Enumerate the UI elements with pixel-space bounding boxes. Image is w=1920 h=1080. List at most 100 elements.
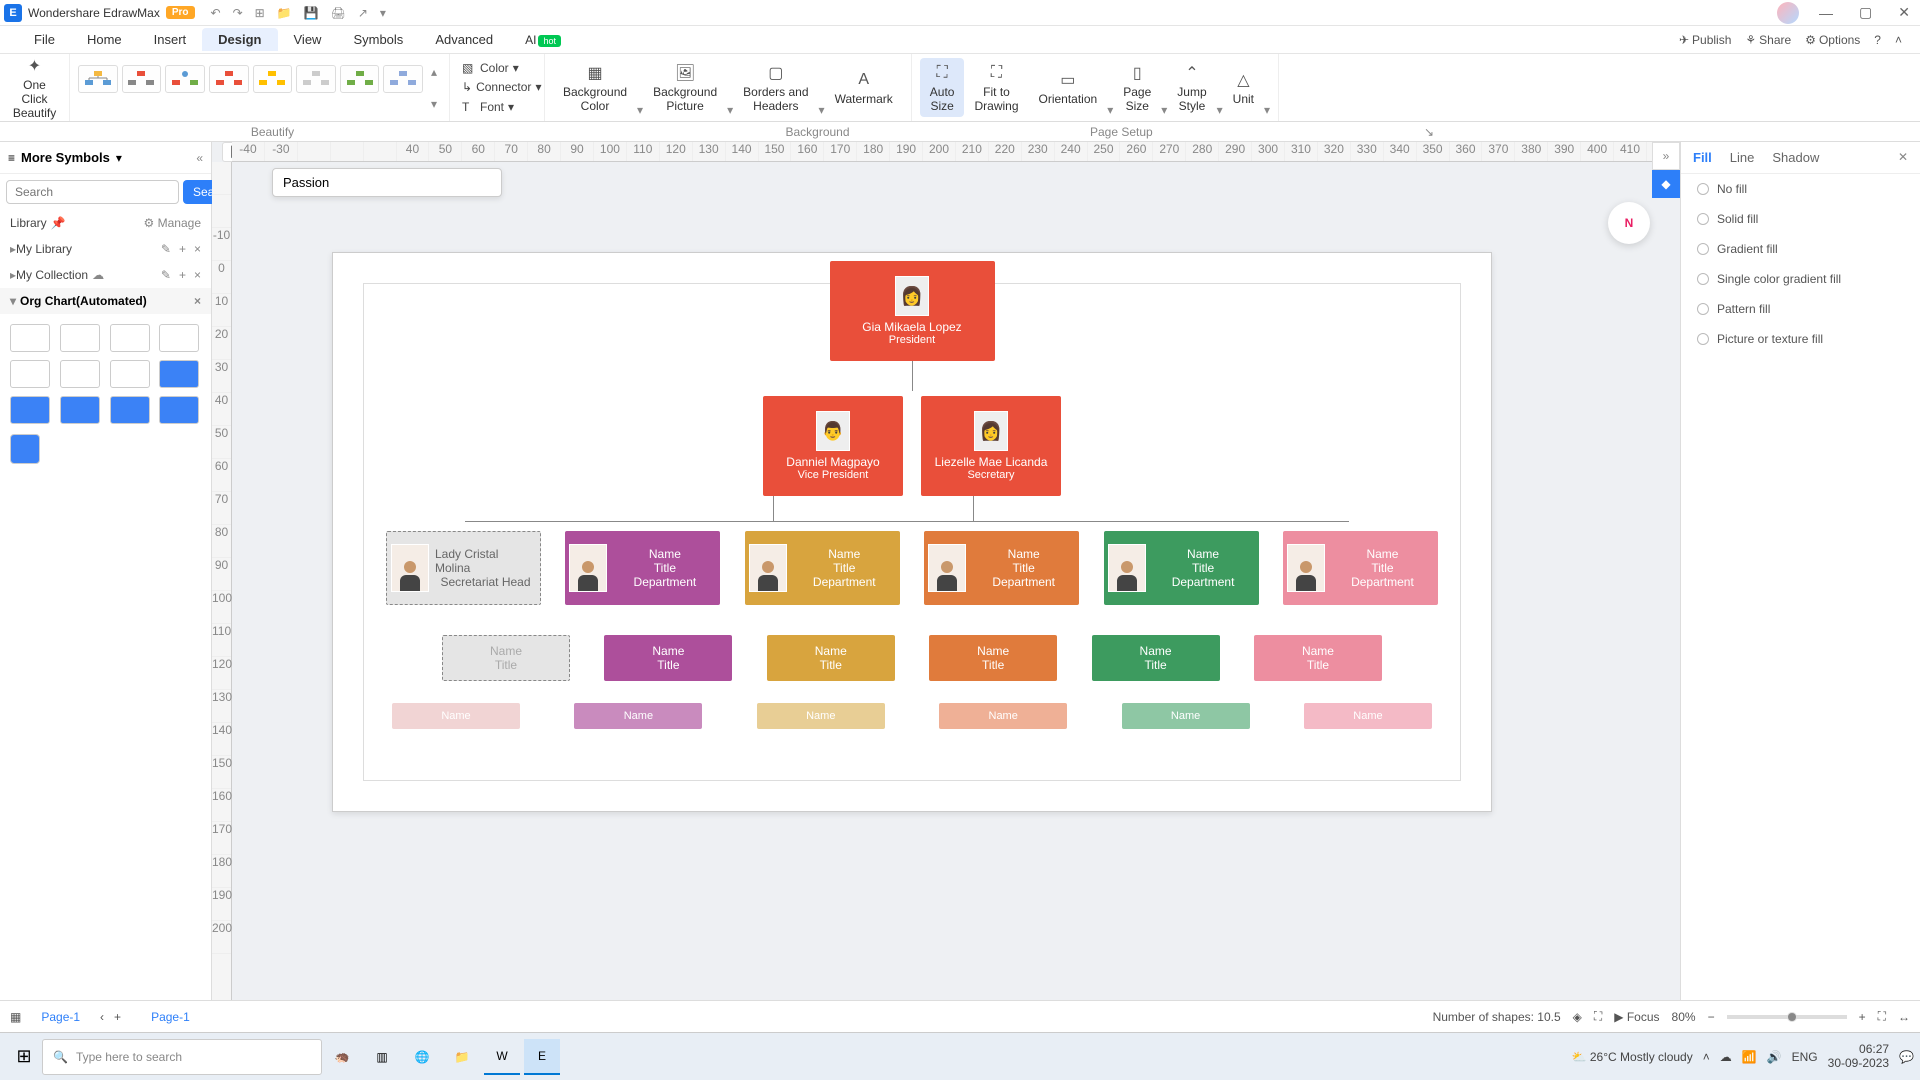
start-button[interactable]: ⊞ — [6, 1039, 42, 1075]
menu-home[interactable]: Home — [71, 28, 138, 51]
theme-thumb[interactable] — [253, 65, 293, 93]
options-link[interactable]: ⚙ Options — [1805, 33, 1860, 47]
menu-advanced[interactable]: Advanced — [419, 28, 509, 51]
close-icon[interactable]: × — [194, 242, 201, 256]
fill-option[interactable]: Gradient fill — [1681, 234, 1920, 264]
shape-thumb[interactable] — [159, 360, 199, 388]
bg-picture-button[interactable]: 🖼Background Picture — [643, 58, 727, 117]
manage-link[interactable]: ⚙ Manage — [144, 216, 201, 230]
layers-icon[interactable]: ◈ — [1573, 1010, 1582, 1024]
shape-thumb[interactable] — [159, 396, 199, 424]
org-sub-card[interactable]: NameTitle — [929, 635, 1057, 681]
share-link[interactable]: ⚘ Share — [1745, 33, 1791, 47]
org-sub-card[interactable]: NameTitle — [442, 635, 570, 681]
notifications-icon[interactable]: 💬 — [1899, 1050, 1914, 1064]
org-card-secretary[interactable]: 👩 Liezelle Mae Licanda Secretary — [921, 396, 1061, 496]
weather-widget[interactable]: ⛅ 26°C Mostly cloudy — [1572, 1050, 1693, 1064]
shape-thumb[interactable] — [60, 360, 100, 388]
org-name-card[interactable]: Name — [392, 703, 520, 729]
org-dept-card[interactable]: NameTitleDepartment — [924, 531, 1079, 605]
font-dropdown[interactable]: TFont ▾ — [458, 98, 536, 116]
close-button[interactable]: ✕ — [1892, 4, 1916, 21]
add-icon[interactable]: + — [179, 242, 186, 256]
borders-button[interactable]: ▢Borders and Headers — [733, 58, 818, 117]
menu-ai[interactable]: AIhot — [509, 28, 577, 51]
export-icon[interactable]: ↗ — [358, 6, 368, 20]
fill-tool-icon[interactable]: ◆ — [1652, 170, 1680, 198]
close-category-icon[interactable]: × — [194, 294, 201, 308]
zoom-slider[interactable] — [1727, 1015, 1847, 1019]
explorer-icon[interactable]: 📁 — [444, 1039, 480, 1075]
edit-icon[interactable]: ✎ — [161, 268, 171, 282]
fill-option[interactable]: Pattern fill — [1681, 294, 1920, 324]
add-page-icon[interactable]: + — [114, 1010, 121, 1024]
connector-dropdown[interactable]: ↳Connector ▾ — [458, 78, 536, 96]
minimize-button[interactable]: — — [1813, 5, 1839, 21]
fullscreen-icon[interactable]: ⛶ — [1594, 1009, 1602, 1024]
theme-thumb[interactable] — [296, 65, 336, 93]
publish-link[interactable]: ✈ Publish — [1679, 33, 1731, 47]
fit-drawing-button[interactable]: ⛶Fit to Drawing — [964, 58, 1028, 117]
org-sub-card[interactable]: NameTitle — [604, 635, 732, 681]
my-collection-label[interactable]: My Collection — [16, 268, 88, 282]
user-avatar[interactable] — [1777, 2, 1799, 24]
org-card-vp[interactable]: 👨 Danniel Magpayo Vice President — [763, 396, 903, 496]
wifi-icon[interactable]: 📶 — [1742, 1050, 1757, 1064]
taskbar-search[interactable]: 🔍 Type here to search — [42, 1039, 322, 1075]
shadow-tab[interactable]: Shadow — [1772, 150, 1819, 165]
org-dept-card[interactable]: NameTitleDepartment — [1283, 531, 1438, 605]
open-icon[interactable]: 📁 — [277, 6, 292, 20]
menu-file[interactable]: File — [18, 28, 71, 51]
page-selector[interactable]: Page-1 — [31, 1008, 90, 1026]
fill-tab[interactable]: Fill — [1693, 150, 1712, 165]
shape-thumb[interactable] — [10, 396, 50, 424]
panel-expand-icon[interactable]: ▾ — [116, 151, 122, 165]
org-sub-card[interactable]: NameTitle — [1092, 635, 1220, 681]
org-name-card[interactable]: Name — [1122, 703, 1250, 729]
org-dept-card[interactable]: Lady Cristal MolinaSecretariat Head — [386, 531, 541, 605]
org-dept-card[interactable]: NameTitleDepartment — [1104, 531, 1259, 605]
one-click-beautify-button[interactable]: ✦ One Click Beautify — [3, 54, 66, 122]
line-tab[interactable]: Line — [1730, 150, 1755, 165]
menu-insert[interactable]: Insert — [138, 28, 203, 51]
page-setup-expand-icon[interactable]: ↘ — [1424, 125, 1440, 139]
maximize-button[interactable]: ▢ — [1853, 4, 1878, 21]
auto-size-button[interactable]: ⛶Auto Size — [920, 58, 965, 117]
fit-page-icon[interactable]: ⛶ — [1878, 1009, 1886, 1024]
fill-option[interactable]: Single color gradient fill — [1681, 264, 1920, 294]
theme-thumb[interactable] — [383, 65, 423, 93]
menu-view[interactable]: View — [278, 28, 338, 51]
help-icon[interactable]: ? — [1874, 33, 1881, 47]
org-name-card[interactable]: Name — [1304, 703, 1432, 729]
org-dept-card[interactable]: NameTitleDepartment — [745, 531, 900, 605]
focus-mode[interactable]: ▶ Focus — [1614, 1010, 1659, 1024]
volume-icon[interactable]: 🔊 — [1767, 1050, 1782, 1064]
page-size-button[interactable]: ▯Page Size — [1113, 58, 1161, 117]
zoom-in-icon[interactable]: + — [1859, 1010, 1866, 1024]
add-icon[interactable]: + — [179, 268, 186, 282]
shape-thumb[interactable] — [60, 324, 100, 352]
close-panel-icon[interactable]: ✕ — [1898, 150, 1908, 165]
theme-thumb[interactable] — [340, 65, 380, 93]
org-name-card[interactable]: Name — [757, 703, 885, 729]
redo-icon[interactable]: ↷ — [233, 6, 243, 20]
fill-option[interactable]: Picture or texture fill — [1681, 324, 1920, 354]
news-icon[interactable]: 🦔 — [324, 1039, 360, 1075]
canvas-area[interactable]: 📘 Org: -40-30405060708090100110120130140… — [212, 142, 1680, 1028]
shape-thumb[interactable] — [10, 434, 40, 464]
onedrive-icon[interactable]: ☁ — [1720, 1050, 1732, 1064]
pin-icon[interactable]: 📌 — [51, 216, 66, 230]
dropdown-icon[interactable]: ▾ — [1264, 103, 1270, 117]
print-icon[interactable]: 🖨 — [331, 6, 346, 20]
theme-up-icon[interactable]: ▴ — [427, 65, 441, 93]
language-icon[interactable]: ENG — [1792, 1050, 1818, 1064]
org-card-president[interactable]: 👩 Gia Mikaela Lopez President — [830, 261, 995, 361]
shape-thumb[interactable] — [110, 324, 150, 352]
edge-icon[interactable]: 🌐 — [404, 1039, 440, 1075]
org-dept-card[interactable]: NameTitleDepartment — [565, 531, 720, 605]
zoom-out-icon[interactable]: − — [1708, 1010, 1715, 1024]
qat-more-icon[interactable]: ▾ — [380, 6, 386, 20]
library-label[interactable]: Library — [10, 216, 47, 230]
fit-width-icon[interactable]: ↔ — [1898, 1010, 1910, 1024]
shape-thumb[interactable] — [60, 396, 100, 424]
